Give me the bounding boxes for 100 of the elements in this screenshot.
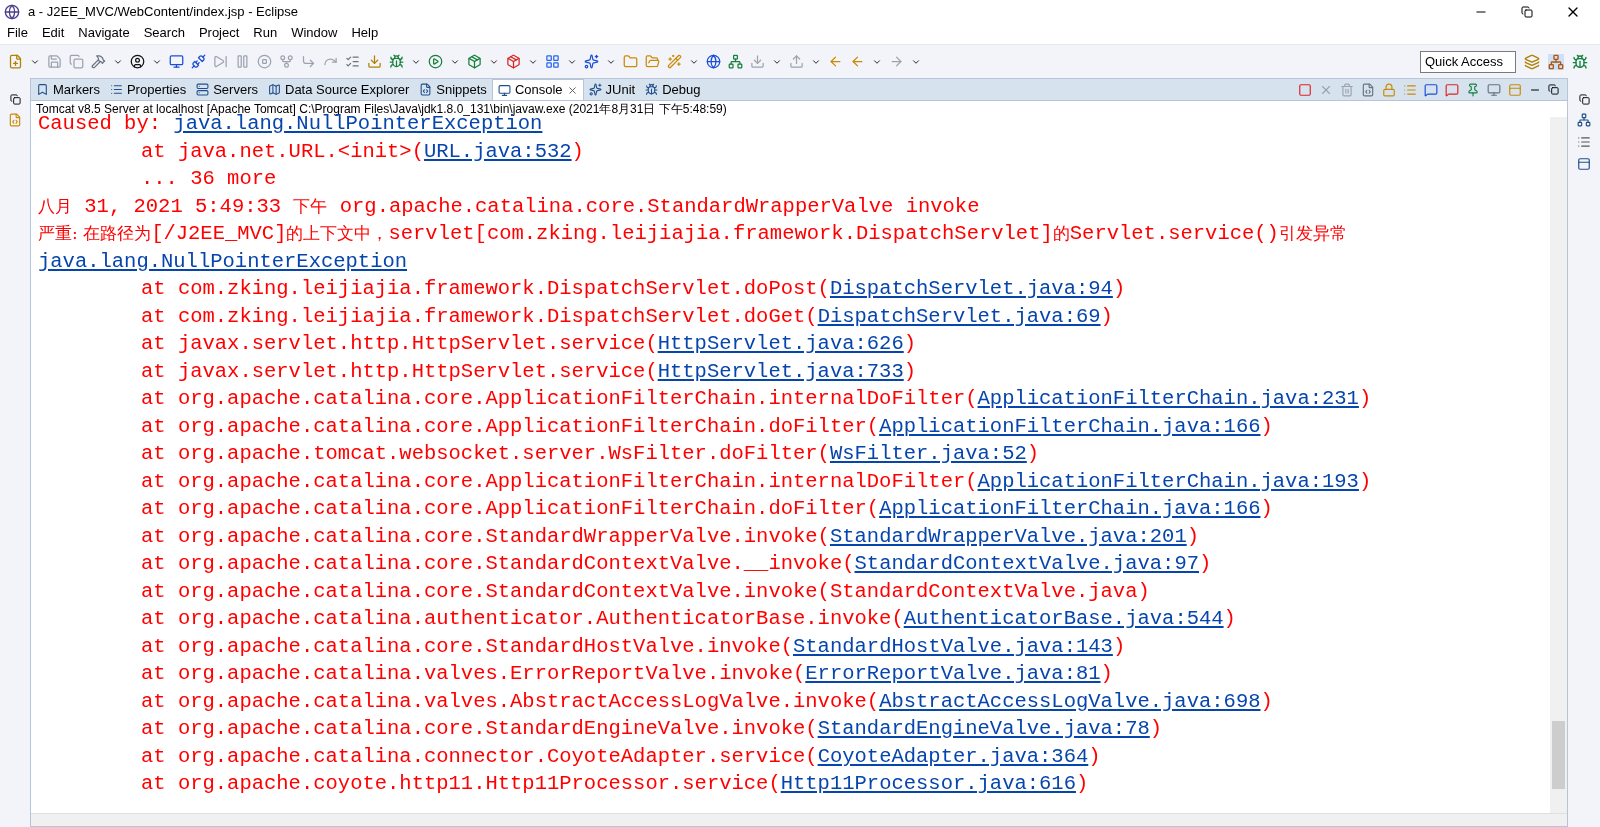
message-icon[interactable] [1424,82,1438,97]
menu-item[interactable]: File [7,23,28,43]
pause-icon[interactable] [235,54,250,69]
log-text: 八月 [38,195,72,216]
stack-link[interactable]: StandardWrapperValve.java:201 [829,524,1187,548]
list-icon[interactable] [1577,135,1591,149]
stack-link[interactable]: ApplicationFilterChain.java:166 [879,497,1261,520]
menu-item[interactable]: Window [291,23,338,43]
folder-icon[interactable] [623,54,638,69]
tab-label: JUnit [605,80,636,99]
menu-item[interactable]: Help [351,23,379,43]
stack-link[interactable]: HttpServlet.java:626 [657,332,904,355]
view-tab[interactable]: Servers [191,79,263,100]
stack-link[interactable]: DispatchServlet.java:69 [817,304,1101,328]
fork-icon[interactable] [279,54,294,69]
stack-link[interactable]: ErrorReportValve.java:81 [805,662,1101,685]
stack-link[interactable]: CoyoteAdapter.java:364 [817,744,1089,768]
lock-icon[interactable] [1382,82,1396,97]
folder-icon[interactable] [645,54,660,69]
plug-icon[interactable] [191,54,206,69]
stack-link[interactable]: AbstractAccessLogValve.java:698 [879,689,1261,713]
monitor-icon[interactable] [1487,82,1501,97]
view-tab[interactable]: Data Source Explorer [263,79,415,100]
download-icon[interactable] [367,54,382,69]
tab-label: Markers [53,80,100,99]
log-text: ) [1199,552,1212,575]
network-icon[interactable] [728,54,743,69]
restore-icon [1521,6,1533,18]
upload-icon[interactable] [789,54,804,69]
menu-item[interactable]: Edit [41,23,65,43]
download-icon[interactable] [750,54,765,69]
stack-link[interactable]: DispatchServlet.java:94 [829,277,1113,300]
view-tab[interactable]: Markers [31,79,105,100]
log-text: ) [1260,689,1273,713]
stack-link[interactable]: WsFilter.java:52 [829,442,1027,465]
horizontal-scrollbar[interactable] [31,813,1567,826]
stop-icon[interactable] [257,54,272,69]
monitor-icon[interactable] [169,54,184,69]
stack-link[interactable]: Http11Processor.java:616 [780,772,1076,795]
resume-icon[interactable] [213,54,228,69]
menu-item[interactable]: Project [198,23,240,43]
tab-label: Debug [662,80,701,99]
menu-item[interactable]: Search [143,23,185,43]
outline-icon[interactable] [1577,113,1591,127]
globe-icon[interactable] [706,54,721,69]
log-text: ... 36 more [141,167,277,190]
file-icon[interactable] [8,113,22,127]
bookmark-icon [36,83,49,96]
package-icon[interactable] [467,54,482,69]
map-icon [268,83,281,96]
stack-link[interactable]: StandardContextValve.java:97 [854,552,1199,575]
bug-icon[interactable] [389,54,404,69]
stack-link[interactable]: StandardHostValve.java:143 [793,634,1113,658]
stack-link[interactable]: StandardEngineValve.java:78 [817,717,1150,740]
wand-icon[interactable] [667,54,682,69]
user-icon[interactable] [130,54,145,69]
view-tab[interactable]: Debug [640,79,706,100]
view-tab[interactable]: Console [491,79,584,100]
back-icon[interactable] [828,54,843,69]
save-icon[interactable] [47,54,62,69]
stack-link[interactable]: URL.java:532 [423,139,572,163]
pin-icon[interactable] [1466,82,1480,97]
sparkle-icon[interactable] [584,54,599,69]
restore-icon[interactable] [1578,94,1590,105]
stack-link[interactable]: HttpServlet.java:733 [657,359,904,383]
vertical-scrollbar[interactable] [1550,117,1567,813]
view-tab[interactable]: Snippets [414,79,492,100]
debug-perspective-icon[interactable] [1572,53,1588,70]
log-text: ) [1100,662,1113,685]
scroll-thumb[interactable] [1552,721,1565,789]
back-icon[interactable] [850,54,865,69]
log-text: ) [1075,772,1089,795]
save-all-icon[interactable] [69,54,84,69]
stack-link[interactable]: ApplicationFilterChain.java:166 [879,414,1261,438]
restore-icon[interactable] [9,94,21,105]
message-icon[interactable] [1445,82,1459,97]
log-text: at org.apache.catalina.core.StandardContextValve.__invoke( [141,552,855,575]
log-text: at org.apache.catalina.core.StandardWrapperValve.invoke( [141,524,830,548]
log-text: at org.apache.catalina.valves.AbstractAccessLogValve.invoke( [141,689,880,713]
stack-link[interactable]: AuthenticatorBase.java:544 [903,607,1224,630]
panel-icon[interactable] [1577,157,1591,171]
quick-access-field[interactable]: Quick Access [1420,50,1516,73]
view-tab[interactable]: JUnit [583,79,641,100]
new-file-icon[interactable] [8,54,23,69]
log-text: [/J2EE_MVC] [151,222,287,245]
view-tab[interactable]: Properties [104,79,192,100]
forward-icon[interactable] [889,54,904,69]
package-icon[interactable] [506,54,521,69]
close-icon[interactable] [566,84,578,96]
stack-link[interactable]: ApplicationFilterChain.java:231 [977,387,1359,410]
log-text: at org.apache.tomcat.websocket.server.WsFilter.doFilter( [141,442,830,465]
stack-link[interactable]: java.lang.NullPointerException [38,249,408,273]
grid-icon[interactable] [545,54,560,69]
hammer-icon[interactable] [91,54,106,69]
menu-item[interactable]: Navigate [78,23,130,43]
stack-link[interactable]: ApplicationFilterChain.java:193 [977,469,1359,493]
menu-item[interactable]: Run [253,23,278,43]
stop-icon[interactable] [1298,82,1312,97]
list-icon[interactable] [345,54,360,69]
run-icon[interactable] [428,54,443,69]
